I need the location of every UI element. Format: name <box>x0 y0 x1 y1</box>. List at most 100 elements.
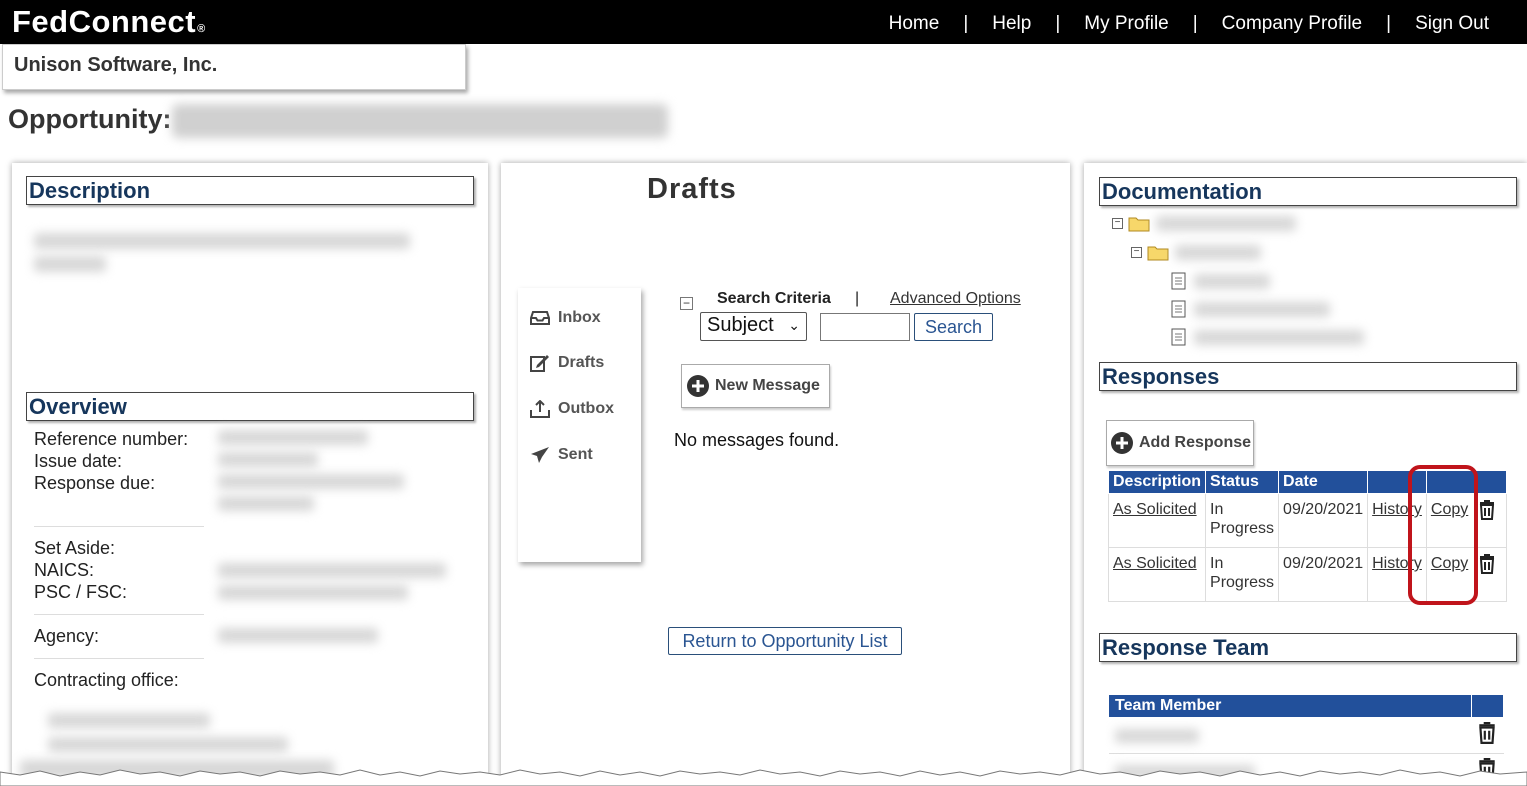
add-response-button[interactable]: Add Response <box>1106 420 1254 466</box>
nav-separator: | <box>963 13 969 34</box>
mailbox-inbox[interactable]: Inbox <box>530 309 601 327</box>
nav-separator: | <box>1386 13 1392 34</box>
fedconnect-logo[interactable]: FedConnect® <box>12 4 206 40</box>
trash-icon[interactable] <box>1478 722 1496 744</box>
column-blank <box>1471 694 1504 718</box>
plus-circle-icon <box>687 375 709 397</box>
trash-icon[interactable] <box>1479 554 1495 574</box>
response-description-link[interactable]: As Solicited <box>1113 555 1197 572</box>
opportunity-label: Opportunity: <box>8 104 172 134</box>
doc-file-name-redacted <box>1194 329 1364 345</box>
search-button[interactable]: Search <box>914 313 993 341</box>
folder-icon <box>1128 217 1150 232</box>
divider <box>34 526 204 527</box>
overview-heading: Overview <box>26 392 474 421</box>
documentation-heading: Documentation <box>1099 177 1517 206</box>
contracting-office-redacted <box>48 713 210 728</box>
status-line: Progress <box>1210 520 1275 537</box>
nav-separator: | <box>1055 13 1061 34</box>
nav-my-profile-link[interactable]: My Profile <box>1084 13 1168 35</box>
nav-sign-out-link[interactable]: Sign Out <box>1415 13 1489 35</box>
return-to-opportunity-list-button[interactable]: Return to Opportunity List <box>668 627 902 655</box>
agency-redacted <box>218 628 378 643</box>
torn-edge <box>0 769 1527 786</box>
doc-file-name-redacted <box>1194 273 1270 289</box>
opportunity-title-redacted <box>172 104 668 138</box>
doc-file-name-redacted <box>1194 301 1330 317</box>
description-heading: Description <box>26 176 474 205</box>
description-text-redacted <box>34 233 410 249</box>
mailbox-sent-label: Sent <box>558 446 593 463</box>
doc-tree-file[interactable] <box>1171 328 1364 346</box>
team-member-redacted <box>1114 728 1199 743</box>
response-date: 09/20/2021 <box>1278 493 1369 548</box>
response-due-redacted <box>218 496 314 511</box>
top-nav: Home | Help | My Profile | Company Profi… <box>889 13 1489 35</box>
naics-label: NAICS: <box>34 560 95 580</box>
collapse-icon[interactable]: − <box>1112 218 1123 229</box>
chevron-down-icon: ⌄ <box>788 317 800 333</box>
drafts-title: Drafts <box>647 173 737 205</box>
divider <box>34 658 204 659</box>
document-icon <box>1171 328 1186 346</box>
folder-icon <box>1147 246 1169 261</box>
response-description-link[interactable]: As Solicited <box>1113 501 1197 518</box>
response-due-redacted <box>218 474 404 489</box>
plus-circle-icon <box>1111 432 1133 454</box>
copy-column-highlight <box>1408 465 1478 605</box>
issue-date-redacted <box>218 452 318 467</box>
search-field-select[interactable]: Subject ⌄ <box>700 312 807 341</box>
team-header-row: Team Member <box>1108 694 1504 718</box>
company-name: Unison Software, Inc. <box>2 44 466 90</box>
reference-number-redacted <box>218 430 368 445</box>
top-bar: FedConnect® Home | Help | My Profile | C… <box>0 0 1527 44</box>
column-description: Description <box>1107 470 1207 494</box>
status-line: In <box>1210 555 1224 572</box>
response-status: In Progress <box>1205 547 1280 602</box>
mailbox-drafts[interactable]: Drafts <box>530 354 604 372</box>
nav-company-profile-link[interactable]: Company Profile <box>1222 13 1362 35</box>
edit-icon <box>530 355 549 372</box>
contracting-office-label: Contracting office: <box>34 670 179 690</box>
response-due-label: Response due: <box>34 473 156 493</box>
doc-tree-file[interactable] <box>1171 272 1270 290</box>
psc-redacted <box>218 585 408 600</box>
mailbox-outbox[interactable]: Outbox <box>530 400 614 418</box>
status-line: Progress <box>1210 574 1275 591</box>
collapse-search-icon[interactable]: − <box>680 297 693 310</box>
no-messages-text: No messages found. <box>674 430 840 450</box>
doc-folder-name-redacted <box>1156 216 1296 231</box>
nav-home-link[interactable]: Home <box>889 13 940 35</box>
set-aside-label: Set Aside: <box>34 538 116 558</box>
mailbox-drafts-label: Drafts <box>558 354 605 371</box>
nav-separator: | <box>1192 13 1198 34</box>
send-icon <box>531 447 549 463</box>
contracting-office-redacted <box>48 737 288 752</box>
inbox-icon <box>530 311 550 325</box>
mailbox-outbox-label: Outbox <box>558 400 614 417</box>
trash-icon[interactable] <box>1479 500 1495 520</box>
mailbox-sent[interactable]: Sent <box>530 446 593 464</box>
advanced-options-link[interactable]: Advanced Options <box>890 290 1021 308</box>
collapse-icon[interactable]: − <box>1131 247 1142 258</box>
column-team-member: Team Member <box>1108 694 1472 718</box>
reference-number-label: Reference number: <box>34 429 189 449</box>
add-response-label: Add Response <box>1139 434 1252 451</box>
doc-tree-root[interactable]: − <box>1112 215 1296 232</box>
doc-tree-subfolder[interactable]: − <box>1131 244 1261 261</box>
outbox-icon <box>530 400 550 418</box>
search-input[interactable] <box>820 313 910 341</box>
issue-date-label: Issue date: <box>34 451 123 471</box>
new-message-button[interactable]: New Message <box>681 364 830 408</box>
nav-help-link[interactable]: Help <box>992 13 1031 35</box>
doc-folder-name-redacted <box>1175 245 1261 260</box>
document-icon <box>1171 272 1186 290</box>
doc-tree-file[interactable] <box>1171 300 1330 318</box>
column-status: Status <box>1205 470 1280 494</box>
response-status: In Progress <box>1205 493 1280 548</box>
divider <box>34 614 204 615</box>
psc-fsc-label: PSC / FSC: <box>34 582 128 602</box>
table-row <box>1108 717 1504 754</box>
document-icon <box>1171 300 1186 318</box>
status-line: In <box>1210 501 1224 518</box>
